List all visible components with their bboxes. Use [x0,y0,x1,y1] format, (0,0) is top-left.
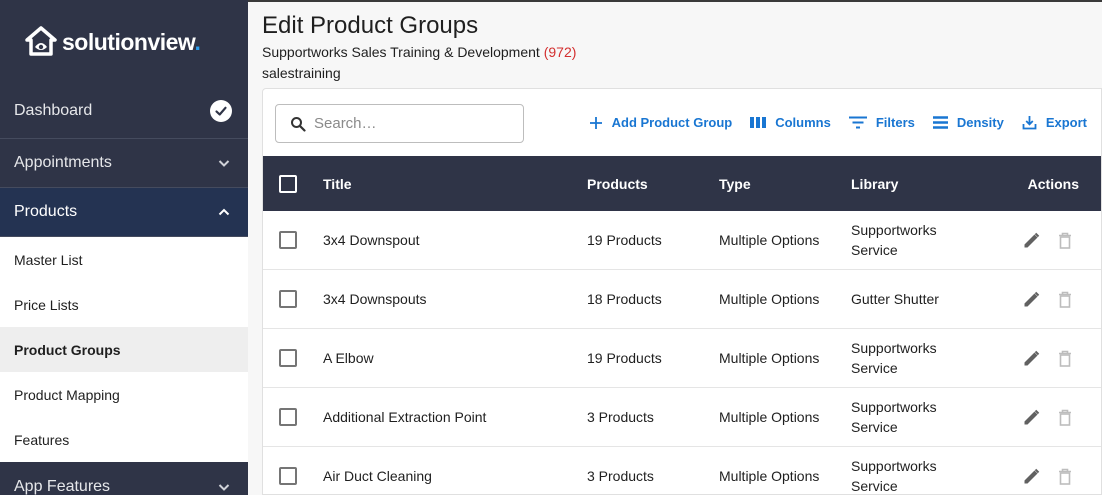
filters-button[interactable]: Filters [848,115,915,130]
page-title: Edit Product Groups [262,12,479,39]
cell-title: A Elbow [323,350,374,366]
row-checkbox[interactable] [279,349,297,367]
chevron-up-icon [218,208,230,216]
sidebar-item-app-features[interactable]: App Features [0,462,248,495]
row-actions [1023,468,1072,485]
plus-icon [589,116,602,129]
export-button[interactable]: Export [1022,115,1087,130]
sidebar-item-label: Dashboard [14,102,93,119]
select-all-checkbox[interactable] [279,174,297,193]
row-actions [1023,409,1072,426]
sidebar-item-appointments[interactable]: Appointments [0,139,248,188]
table-row[interactable]: 3x4 Downspout 19 Products Multiple Optio… [263,211,1101,270]
main-content: Edit Product Groups Supportworks Sales T… [248,2,1102,495]
column-header-library[interactable]: Library [851,174,971,194]
trash-icon[interactable] [1058,291,1072,308]
search-box[interactable] [275,104,524,143]
trash-icon[interactable] [1058,350,1072,367]
table-toolbar: Add Product Group Columns Filters Densit… [263,89,1101,156]
row-checkbox[interactable] [279,408,297,426]
company-name: Supportworks Sales Training & Developmen… [262,44,540,60]
table-row[interactable]: 3x4 Downspouts 18 Products Multiple Opti… [263,270,1101,329]
sidebar-item-price-lists[interactable]: Price Lists [0,282,248,327]
cell-library: Supportworks Service [851,222,937,258]
product-groups-table: Add Product Group Columns Filters Densit… [262,88,1102,495]
trash-icon[interactable] [1058,468,1072,485]
columns-icon [750,117,767,128]
search-icon [291,116,306,132]
cell-products: 19 Products [587,350,662,366]
check-circle-icon [210,100,232,122]
columns-button[interactable]: Columns [750,115,831,130]
edit-pencil-icon[interactable] [1023,350,1040,367]
table-row[interactable]: Additional Extraction Point 3 Products M… [263,388,1101,447]
search-input[interactable] [314,115,504,132]
brand-name: solutionview. [62,28,201,55]
table-row[interactable]: Air Duct Cleaning 3 Products Multiple Op… [263,447,1101,494]
products-submenu: Master List Price Lists Product Groups P… [0,237,248,462]
toolbar-actions: Add Product Group Columns Filters Densit… [589,115,1087,130]
density-button[interactable]: Density [932,115,1004,130]
cell-title: Additional Extraction Point [323,409,487,425]
column-header-title[interactable]: Title [323,176,352,192]
cell-products: 3 Products [587,468,654,484]
trash-icon[interactable] [1058,232,1072,249]
sidebar-item-product-groups[interactable]: Product Groups [0,327,248,372]
row-actions [1023,350,1072,367]
company-count: (972) [543,44,577,60]
cell-type: Multiple Options [719,468,820,484]
cell-library: Supportworks Service [851,399,937,435]
sidebar-item-label: App Features [14,477,111,495]
table-header: Title Products Type Library Actions [263,156,1101,211]
export-icon [1022,116,1037,130]
row-checkbox[interactable] [279,467,297,485]
cell-products: 18 Products [587,291,662,307]
edit-pencil-icon[interactable] [1023,409,1040,426]
filter-icon [848,116,867,129]
company-line: Supportworks Sales Training & Developmen… [262,44,576,60]
sidebar-item-label: Products [14,203,78,220]
column-header-type[interactable]: Type [719,176,751,192]
sidebar-item-product-mapping[interactable]: Product Mapping [0,372,248,417]
add-product-group-button[interactable]: Add Product Group [589,115,732,130]
sidebar-item-products[interactable]: Products [0,188,248,237]
house-logo-icon [25,26,57,56]
sidebar: solutionview. Dashboard Appointments Pro… [0,0,248,495]
brand-logo[interactable]: solutionview. [0,0,248,84]
edit-pencil-icon[interactable] [1023,291,1040,308]
chevron-down-icon [218,160,230,167]
cell-type: Multiple Options [719,232,820,248]
row-actions [1023,232,1072,249]
cell-products: 3 Products [587,409,654,425]
cell-type: Multiple Options [719,350,820,366]
trash-icon[interactable] [1058,409,1072,426]
column-header-actions: Actions [1027,175,1079,192]
sidebar-item-label: Appointments [14,154,112,171]
cell-library: Supportworks Service [851,340,937,376]
row-checkbox[interactable] [279,231,297,249]
sidebar-item-master-list[interactable]: Master List [0,237,248,282]
edit-pencil-icon[interactable] [1023,232,1040,249]
cell-title: Air Duct Cleaning [323,468,432,484]
column-header-products[interactable]: Products [587,176,648,192]
row-actions [1023,291,1072,308]
chevron-down-icon [218,483,230,491]
table-row[interactable]: A Elbow 19 Products Multiple Options Sup… [263,329,1101,388]
density-icon [932,116,948,129]
cell-type: Multiple Options [719,291,820,307]
sidebar-item-dashboard[interactable]: Dashboard [0,84,248,139]
sidebar-item-features[interactable]: Features [0,417,248,462]
edit-pencil-icon[interactable] [1023,468,1040,485]
cell-products: 19 Products [587,232,662,248]
cell-title: 3x4 Downspout [323,232,420,248]
cell-type: Multiple Options [719,409,820,425]
cell-library: Gutter Shutter [851,291,939,307]
cell-title: 3x4 Downspouts [323,291,427,307]
row-checkbox[interactable] [279,290,297,308]
username: salestraining [262,65,341,81]
cell-library: Supportworks Service [851,458,937,494]
